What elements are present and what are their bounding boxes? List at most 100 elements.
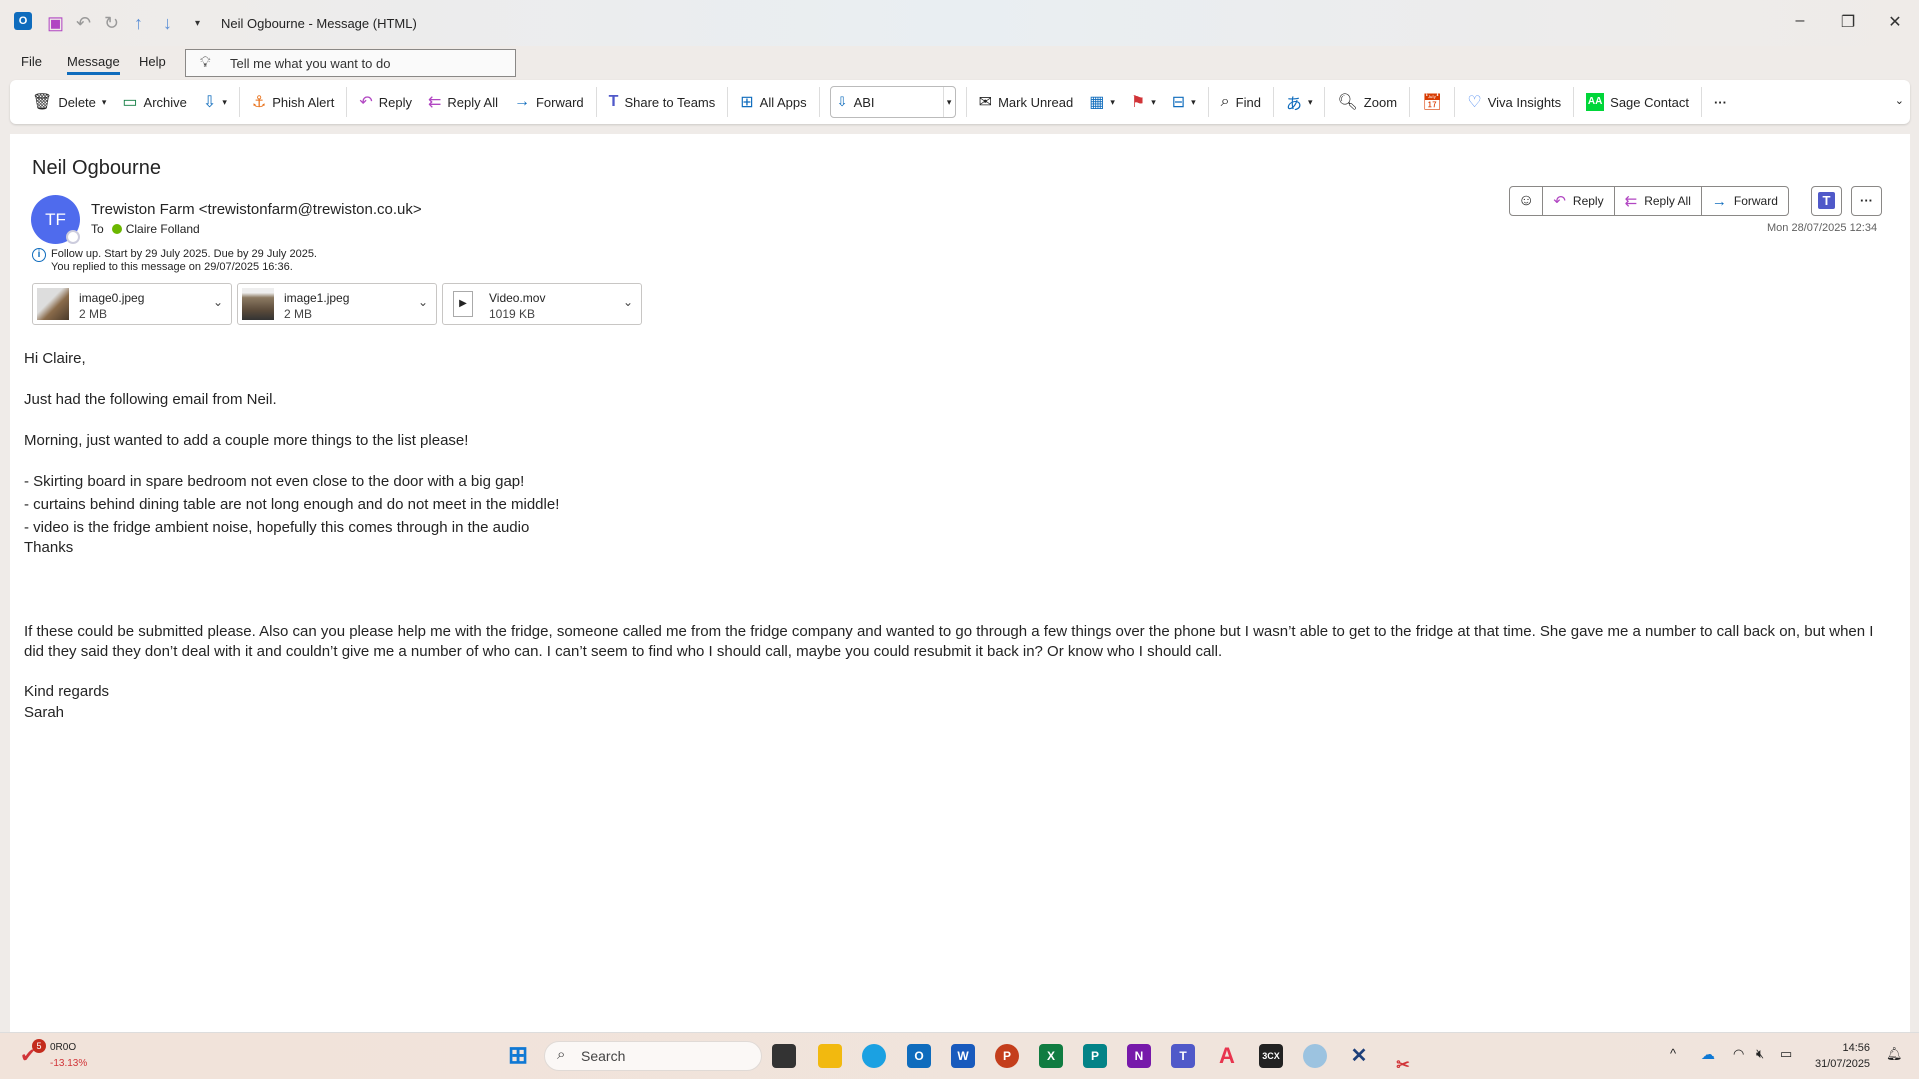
chevron-down-icon[interactable]: ⌄ <box>418 295 428 309</box>
body-bullet: - Skirting board in spare bedroom not ev… <box>24 473 525 490</box>
attachment[interactable]: image0.jpeg 2 MB ⌄ <box>32 283 232 325</box>
reply-button[interactable]: ↶ Reply <box>351 86 420 118</box>
acrobat-icon[interactable]: A <box>1215 1044 1239 1068</box>
file-explorer-icon[interactable] <box>818 1044 842 1068</box>
all-apps-label: All Apps <box>759 94 807 110</box>
chevron-down-icon[interactable]: ▾ <box>942 87 955 117</box>
divider <box>1573 87 1575 117</box>
move-button[interactable]: ⇩ ▾ <box>195 86 235 118</box>
image-thumbnail <box>37 288 69 320</box>
body-bullet: - video is the fridge ambient noise, hop… <box>24 519 530 536</box>
message-actions: ☺ ↶ Reply ⇇ Reply All → Forward <box>1509 186 1789 216</box>
onedrive-icon[interactable]: ☁ <box>1701 1046 1715 1063</box>
outlook-taskbar-icon[interactable]: O <box>907 1044 931 1068</box>
zoom-button[interactable]: 🔍︎ Zoom <box>1329 86 1405 118</box>
chevron-down-icon: ▾ <box>1151 96 1156 107</box>
body-line: Morning, just wanted to add a couple mor… <box>24 432 469 449</box>
person-app-icon[interactable]: ✕ <box>1347 1044 1371 1068</box>
video-file-icon: ▶ <box>453 291 473 317</box>
divider <box>1454 87 1456 117</box>
reply-all-icon: ⇇ <box>428 94 442 111</box>
collapse-ribbon-icon[interactable]: ⌄ <box>1895 94 1904 107</box>
wifi-icon[interactable]: ◠ <box>1733 1046 1744 1062</box>
battery-icon[interactable]: ▭ <box>1780 1046 1792 1062</box>
find-button[interactable]: ⌕ Find <box>1213 86 1269 118</box>
more-actions-button[interactable]: ··· <box>1851 186 1882 216</box>
teams-share-button[interactable]: T <box>1811 186 1842 216</box>
sage-contact-button[interactable]: AA Sage Contact <box>1578 86 1697 118</box>
tell-me-placeholder: Tell me what you want to do <box>230 56 391 71</box>
next-item-icon[interactable]: ↓ <box>163 13 172 34</box>
menu-help[interactable]: Help <box>139 54 166 69</box>
attachment[interactable]: image1.jpeg 2 MB ⌄ <box>237 283 437 325</box>
attachment-name: image0.jpeg <box>79 291 145 305</box>
sender[interactable]: Trewiston Farm <trewistonfarm@trewiston.… <box>91 201 422 218</box>
restore-button[interactable]: ❐ <box>1833 12 1863 32</box>
chevron-down-icon: ▾ <box>1307 96 1313 107</box>
reaction-button[interactable]: ☺ <box>1510 187 1542 215</box>
tell-me-search[interactable]: 💡︎ Tell me what you want to do <box>185 49 516 77</box>
clock-date[interactable]: 31/07/2025 <box>1815 1058 1870 1070</box>
forward-button[interactable]: → Forward <box>1700 187 1788 215</box>
onenote-icon[interactable]: N <box>1127 1044 1151 1068</box>
speaker-muted-icon[interactable]: 🔇︎ <box>1756 1046 1764 1062</box>
start-button[interactable]: ⊞ <box>506 1044 530 1068</box>
word-icon[interactable]: W <box>951 1044 975 1068</box>
reply-icon: ↶ <box>359 94 373 111</box>
menu-file[interactable]: File <box>21 54 42 69</box>
attachment[interactable]: ▶ Video.mov 1019 KB ⌄ <box>442 283 642 325</box>
edge-icon[interactable] <box>862 1044 886 1068</box>
viva-insights-button[interactable]: ♡ Viva Insights <box>1459 86 1569 118</box>
reply-icon: ↶ <box>1553 193 1566 210</box>
redo-icon[interactable]: ↻ <box>104 13 119 34</box>
mark-unread-button[interactable]: ✉︎ Mark Unread <box>971 86 1082 118</box>
previous-item-icon[interactable]: ↑ <box>134 13 143 34</box>
attachment-size: 2 MB <box>284 307 313 321</box>
all-apps-button[interactable]: ⊞ All Apps <box>732 86 814 118</box>
reply-all-button[interactable]: ⇇ Reply All <box>420 86 506 118</box>
taskbar-search[interactable]: ⌕ Search <box>544 1041 762 1071</box>
delete-button[interactable]: 🗑︎ Delete ▾ <box>24 86 114 118</box>
translate-button[interactable]: あ ▾ <box>1278 86 1321 118</box>
chevron-down-icon[interactable]: ⌄ <box>623 295 633 309</box>
divider <box>965 87 967 117</box>
customize-toolbar-icon[interactable]: ▾ <box>195 18 200 29</box>
report-button[interactable]: 📅︎ <box>1414 86 1450 118</box>
app-circle-icon[interactable] <box>1303 1044 1327 1068</box>
reply-button[interactable]: ↶ Reply <box>1542 187 1613 215</box>
publisher-icon[interactable]: P <box>1083 1044 1107 1068</box>
undo-icon[interactable]: ↶ <box>76 13 91 34</box>
forward-icon: → <box>1711 192 1727 210</box>
teams-taskbar-icon[interactable]: T <box>1171 1044 1195 1068</box>
more-commands-button[interactable]: ··· <box>1706 86 1735 118</box>
task-view-icon[interactable] <box>772 1044 796 1068</box>
info-bar: i Follow up. Start by 29 July 2025. Due b… <box>32 248 317 274</box>
powerpoint-icon[interactable]: P <box>995 1044 1019 1068</box>
save-icon[interactable]: ▣ <box>47 13 64 34</box>
archive-button[interactable]: ▭ Archive <box>114 86 194 118</box>
close-button[interactable]: ✕ <box>1880 12 1910 32</box>
follow-up-button[interactable]: ⚑ ▾ <box>1123 86 1164 118</box>
show-hidden-icons[interactable]: ^ <box>1670 1046 1676 1061</box>
recipient[interactable]: Claire Folland <box>126 222 200 236</box>
menu-message[interactable]: Message <box>67 54 120 75</box>
clock-time[interactable]: 14:56 <box>1820 1042 1870 1054</box>
categorize-button[interactable]: ▦ ▾ <box>1081 86 1123 118</box>
phish-alert-label: Phish Alert <box>272 94 335 110</box>
policy-button[interactable]: ⊟ ▾ <box>1164 86 1204 118</box>
3cx-icon[interactable]: 3CX <box>1259 1044 1283 1068</box>
chevron-down-icon[interactable]: ⌄ <box>213 295 223 309</box>
move-icon: ⇩ <box>202 94 217 111</box>
notifications-bell-icon[interactable]: 🔔︎ <box>1886 1046 1903 1062</box>
quick-step-abi[interactable]: ⇩ ABI ▾ <box>829 86 956 118</box>
excel-icon[interactable]: X <box>1039 1044 1063 1068</box>
minimize-button[interactable]: – <box>1785 12 1815 30</box>
reply-all-label: Reply All <box>447 94 498 110</box>
snipping-tool-icon[interactable]: ✂ <box>1391 1054 1415 1078</box>
share-to-teams-button[interactable]: T Share to Teams <box>601 86 724 118</box>
reply-all-button[interactable]: ⇇ Reply All <box>1613 187 1701 215</box>
phish-alert-button[interactable]: ⚓︎ Phish Alert <box>244 86 343 118</box>
policy-icon: ⊟ <box>1171 94 1186 111</box>
sage-icon: AA <box>1586 93 1605 111</box>
forward-button[interactable]: → Forward <box>506 86 592 118</box>
